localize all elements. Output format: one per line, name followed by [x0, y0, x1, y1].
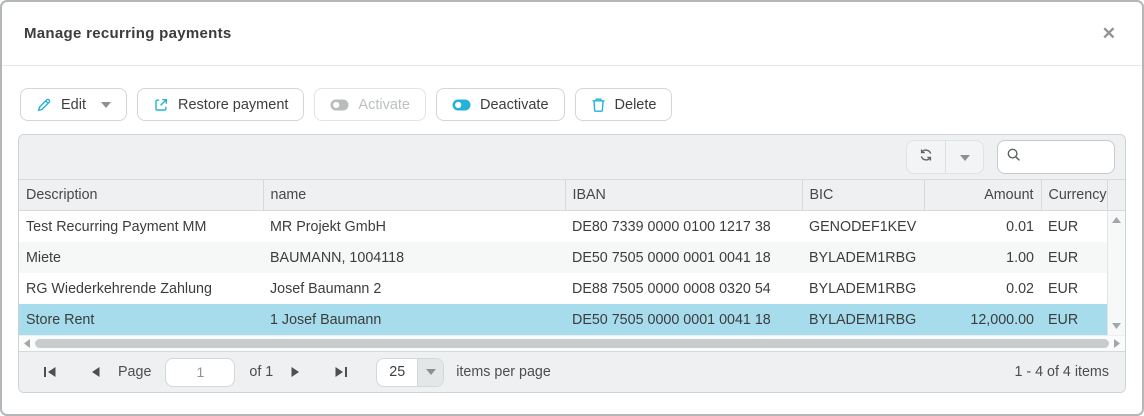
grid-pager: Page of 1 25 items per page 1 - 4 of 4 i…	[19, 351, 1125, 392]
pencil-icon	[36, 97, 52, 113]
dialog-titlebar: Manage recurring payments ✕	[2, 2, 1142, 66]
chevron-down-icon	[417, 359, 443, 386]
cell-iban[interactable]: DE88 7505 0000 0008 0320 54	[565, 273, 802, 304]
page-label: Page	[118, 364, 151, 380]
recurring-payments-grid: Description name IBAN BIC Amount Currenc…	[18, 134, 1126, 393]
first-page-button[interactable]	[39, 362, 61, 382]
cell-name[interactable]: 1 Josef Baumann	[263, 304, 565, 335]
page-number-input[interactable]	[165, 358, 235, 387]
cell-amount[interactable]: 12,000.00	[924, 304, 1041, 335]
delete-button[interactable]: Delete	[575, 88, 673, 121]
scroll-down-icon[interactable]	[1112, 323, 1121, 329]
cell-description[interactable]: Miete	[19, 242, 263, 273]
cell-bic[interactable]: BYLADEM1RBG	[802, 242, 924, 273]
refresh-options-dropdown[interactable]	[945, 141, 983, 173]
cell-description[interactable]: Store Rent	[19, 304, 263, 335]
cell-bic[interactable]: BYLADEM1RBG	[802, 304, 924, 335]
close-icon[interactable]: ✕	[1098, 21, 1120, 46]
previous-page-button[interactable]	[87, 362, 104, 382]
page-size-dropdown[interactable]: 25	[376, 358, 444, 387]
refresh-split-button	[906, 140, 984, 174]
horizontal-scroll-thumb[interactable]	[35, 339, 1109, 348]
cell-description[interactable]: RG Wiederkehrende Zahlung	[19, 273, 263, 304]
deactivate-button[interactable]: Deactivate	[436, 88, 565, 121]
horizontal-scrollbar[interactable]	[19, 335, 1125, 351]
page-of-label: of 1	[249, 364, 273, 380]
cell-bic[interactable]: BYLADEM1RBG	[802, 273, 924, 304]
column-header-description[interactable]: Description	[19, 180, 263, 210]
search-icon	[1006, 147, 1022, 168]
cell-currency[interactable]: EUR	[1041, 273, 1107, 304]
chevron-down-icon	[101, 102, 111, 108]
table-row[interactable]: Test Recurring Payment MM MR Projekt Gmb…	[19, 211, 1107, 242]
refresh-button[interactable]	[907, 141, 945, 173]
table-row[interactable]: RG Wiederkehrende Zahlung Josef Baumann …	[19, 273, 1107, 304]
cell-currency[interactable]: EUR	[1041, 304, 1107, 335]
cell-name[interactable]: Josef Baumann 2	[263, 273, 565, 304]
cell-amount[interactable]: 0.02	[924, 273, 1041, 304]
table-row[interactable]: Miete BAUMANN, 1004118 DE50 7505 0000 00…	[19, 242, 1107, 273]
toggle-on-icon	[452, 99, 471, 111]
toggle-off-icon	[330, 99, 349, 111]
trash-icon	[591, 97, 606, 113]
grid-header-row: Description name IBAN BIC Amount Currenc…	[19, 180, 1125, 211]
last-page-button[interactable]	[330, 362, 352, 382]
refresh-icon	[918, 147, 934, 168]
cell-name[interactable]: MR Projekt GmbH	[263, 211, 565, 242]
cell-iban[interactable]: DE50 7505 0000 0001 0041 18	[565, 304, 802, 335]
activate-button[interactable]: Activate	[314, 88, 426, 121]
vertical-scrollbar[interactable]	[1107, 211, 1125, 335]
cell-iban[interactable]: DE80 7339 0000 0100 1217 38	[565, 211, 802, 242]
activate-button-label: Activate	[358, 97, 410, 113]
deactivate-button-label: Deactivate	[480, 97, 549, 113]
header-scrollbar-spacer	[1107, 180, 1125, 210]
dialog-title: Manage recurring payments	[24, 25, 232, 42]
restore-payment-button[interactable]: Restore payment	[137, 88, 304, 121]
grid-body: Test Recurring Payment MM MR Projekt Gmb…	[19, 211, 1125, 335]
column-header-amount[interactable]: Amount	[924, 180, 1041, 210]
delete-button-label: Delete	[615, 97, 657, 113]
manage-recurring-payments-dialog: Manage recurring payments ✕ Edit Restore…	[0, 0, 1144, 416]
cell-bic[interactable]: GENODEF1KEV	[802, 211, 924, 242]
scroll-right-icon[interactable]	[1114, 339, 1120, 348]
cell-amount[interactable]: 1.00	[924, 242, 1041, 273]
page-size-value: 25	[377, 359, 417, 386]
column-header-iban[interactable]: IBAN	[565, 180, 802, 210]
items-per-page-label: items per page	[456, 364, 551, 380]
grid-toolbar	[19, 135, 1125, 180]
search-input[interactable]	[1028, 149, 1106, 165]
edit-button[interactable]: Edit	[20, 88, 127, 121]
table-row-selected[interactable]: Store Rent 1 Josef Baumann DE50 7505 000…	[19, 304, 1107, 335]
cell-name[interactable]: BAUMANN, 1004118	[263, 242, 565, 273]
column-header-bic[interactable]: BIC	[802, 180, 924, 210]
next-page-button[interactable]	[287, 362, 304, 382]
cell-amount[interactable]: 0.01	[924, 211, 1041, 242]
cell-currency[interactable]: EUR	[1041, 242, 1107, 273]
edit-button-label: Edit	[61, 97, 86, 113]
cell-currency[interactable]: EUR	[1041, 211, 1107, 242]
chevron-down-icon	[960, 148, 970, 166]
cell-description[interactable]: Test Recurring Payment MM	[19, 211, 263, 242]
items-range-info: 1 - 4 of 4 items	[1014, 364, 1109, 380]
cell-iban[interactable]: DE50 7505 0000 0001 0041 18	[565, 242, 802, 273]
column-header-currency[interactable]: Currency	[1041, 180, 1107, 210]
restore-payment-button-label: Restore payment	[178, 97, 288, 113]
grid-search-box	[997, 140, 1115, 174]
scroll-left-icon[interactable]	[24, 339, 30, 348]
column-header-name[interactable]: name	[263, 180, 565, 210]
restore-icon	[153, 97, 169, 113]
scroll-up-icon[interactable]	[1112, 217, 1121, 223]
action-toolbar: Edit Restore payment Activate Deactivate	[2, 66, 1142, 134]
